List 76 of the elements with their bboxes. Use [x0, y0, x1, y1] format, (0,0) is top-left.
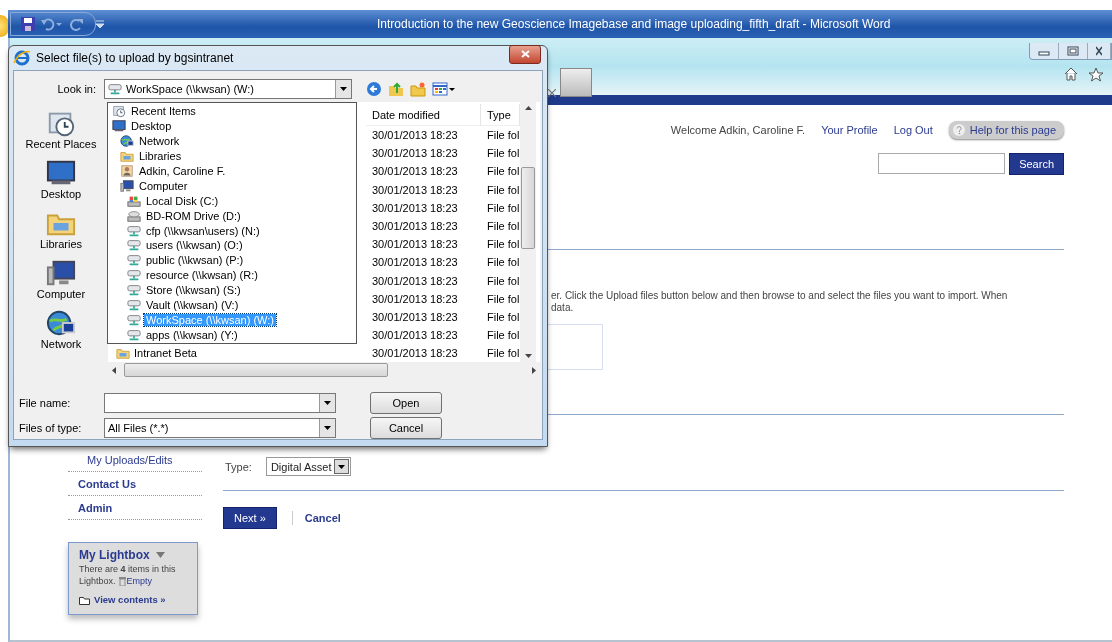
location-item[interactable]: Network: [108, 133, 356, 149]
help-button[interactable]: Help for this page: [948, 121, 1064, 139]
lightbox-text: There are 4 items in this: [79, 563, 176, 575]
location-item[interactable]: resource (\\kwsan) (R:): [108, 267, 356, 283]
location-item[interactable]: Recent Items: [108, 104, 356, 119]
location-item[interactable]: cfp (\\kwsan\users) (N:): [108, 223, 356, 238]
type-select[interactable]: Digital Asset: [265, 457, 352, 476]
table-cell-text: 30/01/2013 18:23: [371, 328, 459, 344]
cancel-button[interactable]: Cancel: [370, 417, 442, 439]
places-item[interactable]: Libraries: [39, 208, 83, 256]
file-name-label: File name:: [18, 397, 72, 409]
location-item[interactable]: Desktop: [108, 118, 356, 134]
location-item[interactable]: users (\\kwsan) (O:): [108, 238, 356, 253]
column-header[interactable]: Date modified: [366, 104, 481, 126]
table-cell-text: File fol: [486, 200, 520, 216]
places-item[interactable]: Network: [40, 308, 82, 356]
table-cell-text: File fol: [486, 309, 520, 325]
table-cell-text: 30/01/2013 18:23: [371, 273, 459, 289]
table-cell-text: File fol: [486, 273, 520, 289]
location-item[interactable]: Vault (\\kwsan) (V:): [108, 297, 356, 313]
places-item[interactable]: Computer: [36, 258, 86, 306]
view-contents-link[interactable]: View contents »: [79, 594, 197, 606]
location-item[interactable]: Computer: [108, 178, 356, 194]
table-cell-text: File fol: [486, 128, 520, 144]
table-cell-text: 30/01/2013 18:23: [371, 128, 459, 144]
nav-link[interactable]: Admin: [68, 496, 202, 520]
instruction-text: er. Click the Upload files button below and then browse to and select the files you want to import. When: [551, 290, 1009, 302]
table-cell-text: File fol: [486, 182, 520, 198]
instruction-text: data.: [551, 302, 575, 314]
location-item[interactable]: Libraries: [108, 148, 356, 164]
table-cell-text: File fol: [486, 346, 520, 362]
files-of-type-dropdown[interactable]: All Files (*.*): [104, 418, 336, 438]
location-item[interactable]: public (\\kwsan) (P:): [108, 252, 356, 268]
table-cell-text: File fol: [486, 219, 520, 235]
dialog-title: Select file(s) to upload by bgsintranet: [36, 51, 235, 65]
cancel-link[interactable]: Cancel: [304, 512, 341, 524]
table-cell-text: File fol: [486, 291, 520, 307]
table-cell-text: File fol: [486, 164, 520, 180]
header-link[interactable]: Your Profile: [821, 124, 878, 136]
header-link[interactable]: Log Out: [893, 124, 933, 136]
table-cell-text: 30/01/2013 18:23: [371, 219, 459, 235]
table-cell-text: 30/01/2013 18:23: [371, 164, 459, 180]
window-title: Introduction to the new Geoscience Imagebase and image uploading_fifth_draft - Microsoft Word: [377, 17, 891, 31]
location-item[interactable]: Local Disk (C:): [108, 193, 356, 209]
search-button[interactable]: Search: [1009, 153, 1064, 175]
location-item[interactable]: Store (\\kwsan) (S:): [108, 282, 356, 298]
table-cell-text: 30/01/2013 18:23: [371, 255, 459, 271]
nav-link[interactable]: Contact Us: [68, 472, 202, 496]
places-item[interactable]: Recent Places: [25, 108, 97, 156]
files-of-type-label: Files of type:: [18, 422, 83, 434]
table-cell-text: File fol: [486, 237, 520, 253]
lightbox-title: My Lightbox: [79, 549, 150, 561]
look-in-dropdown[interactable]: WorkSpace (\\kwsan) (W:): [104, 79, 352, 99]
table-cell-text: File fol: [486, 328, 520, 344]
welcome-text: Welcome Adkin, Caroline F.: [670, 124, 806, 136]
nav-link[interactable]: My Uploads/Edits: [68, 448, 202, 472]
type-label: Type:: [225, 460, 252, 473]
lightbox-text: Lightbox.: [79, 575, 116, 587]
places-item[interactable]: Desktop: [40, 158, 82, 206]
table-cell-text: 30/01/2013 18:23: [371, 200, 459, 216]
table-cell-text: 30/01/2013 18:23: [371, 182, 459, 198]
table-cell-text: File fol: [486, 255, 520, 271]
file-name-text: Intranet Beta: [134, 347, 197, 359]
location-item[interactable]: apps (\\kwsan) (Y:): [108, 327, 356, 343]
empty-link[interactable]: Empty: [118, 575, 153, 587]
table-cell-text: 30/01/2013 18:23: [371, 309, 459, 325]
table-cell-text: File fol: [486, 146, 520, 162]
look-in-label: Look in:: [56, 83, 97, 95]
location-item[interactable]: Adkin, Caroline F.: [108, 163, 356, 179]
table-cell-text: 30/01/2013 18:23: [371, 146, 459, 162]
table-cell-text: 30/01/2013 18:23: [371, 291, 459, 307]
open-button[interactable]: Open: [370, 392, 442, 414]
table-cell-text: 30/01/2013 18:23: [371, 237, 459, 253]
location-item[interactable]: BD-ROM Drive (D:): [108, 208, 356, 224]
next-button[interactable]: Next »: [223, 507, 277, 529]
table-cell-text: 30/01/2013 18:23: [371, 346, 459, 362]
